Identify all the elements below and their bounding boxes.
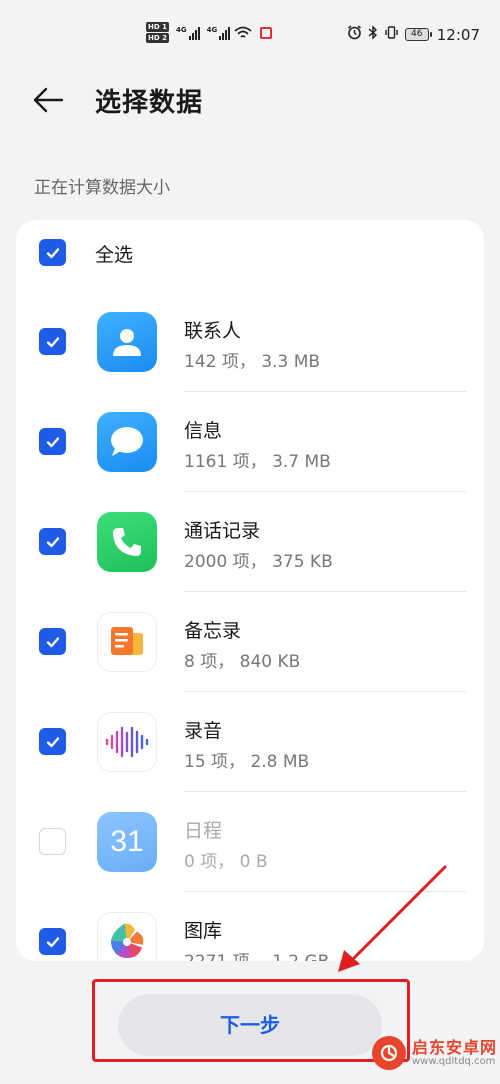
list-item-messages[interactable]: 信息 1161 项， 3.7 MB — [16, 320, 484, 472]
status-bar: HD 1 HD 2 4G 4G 46 12:07 — [0, 0, 500, 66]
list-item-gallery[interactable]: 图库 2271 项， 1.2 GB — [16, 820, 484, 961]
annotation-highlight-box — [92, 979, 410, 1062]
watermark-title: 启东安卓网 — [412, 1037, 498, 1057]
back-arrow-icon — [33, 87, 64, 113]
status-time: 12:07 — [436, 25, 480, 44]
signal-1-icon: 4G — [176, 26, 200, 40]
bluetooth-icon — [368, 25, 378, 44]
notification-icon — [260, 26, 273, 39]
checkmark-icon — [46, 936, 59, 947]
list-item-calendar[interactable]: 31 日程 0 项， 0 B — [16, 720, 484, 872]
progress-subtitle: 正在计算数据大小 — [34, 178, 170, 198]
alarm-icon — [347, 25, 362, 44]
item-title: 图库 — [184, 920, 223, 942]
back-button[interactable] — [30, 82, 70, 118]
signal-2-label: 4G — [206, 25, 218, 34]
hd-top: HD 1 — [146, 22, 169, 32]
list-item-notes[interactable]: 备忘录 8 项， 840 KB — [16, 520, 484, 672]
hd-indicator: HD 1 HD 2 — [146, 22, 169, 43]
gallery-checkbox[interactable] — [39, 928, 66, 955]
watermark-url: www.qdltdq.com — [412, 1056, 496, 1068]
signal-2-icon: 4G — [207, 26, 231, 40]
signal-1-label: 4G — [175, 25, 187, 34]
item-meta: 2271 项， 1.2 GB — [184, 947, 329, 961]
wifi-icon — [234, 26, 252, 40]
watermark-logo-icon — [372, 1036, 406, 1070]
status-left: HD 1 HD 2 4G 4G — [146, 22, 273, 43]
data-list-card: 全选 联系人 142 项， 3.3 MB 信息 1161 项， 3.7 MB 通… — [16, 220, 484, 961]
list-item-contacts[interactable]: 联系人 142 项， 3.3 MB — [16, 220, 484, 372]
gallery-icon — [97, 912, 157, 961]
hd-bottom: HD 2 — [146, 33, 169, 43]
battery-icon: 46 — [404, 28, 432, 41]
list-item-recorder[interactable]: 录音 15 项， 2.8 MB — [16, 620, 484, 772]
page-title: 选择数据 — [95, 88, 204, 118]
watermark: 启东安卓网 www.qdltdq.com — [372, 1036, 497, 1070]
status-right: 46 12:07 — [347, 25, 480, 44]
list-item-call-log[interactable]: 通话记录 2000 项， 375 KB — [16, 420, 484, 572]
vibrate-icon — [384, 25, 399, 44]
